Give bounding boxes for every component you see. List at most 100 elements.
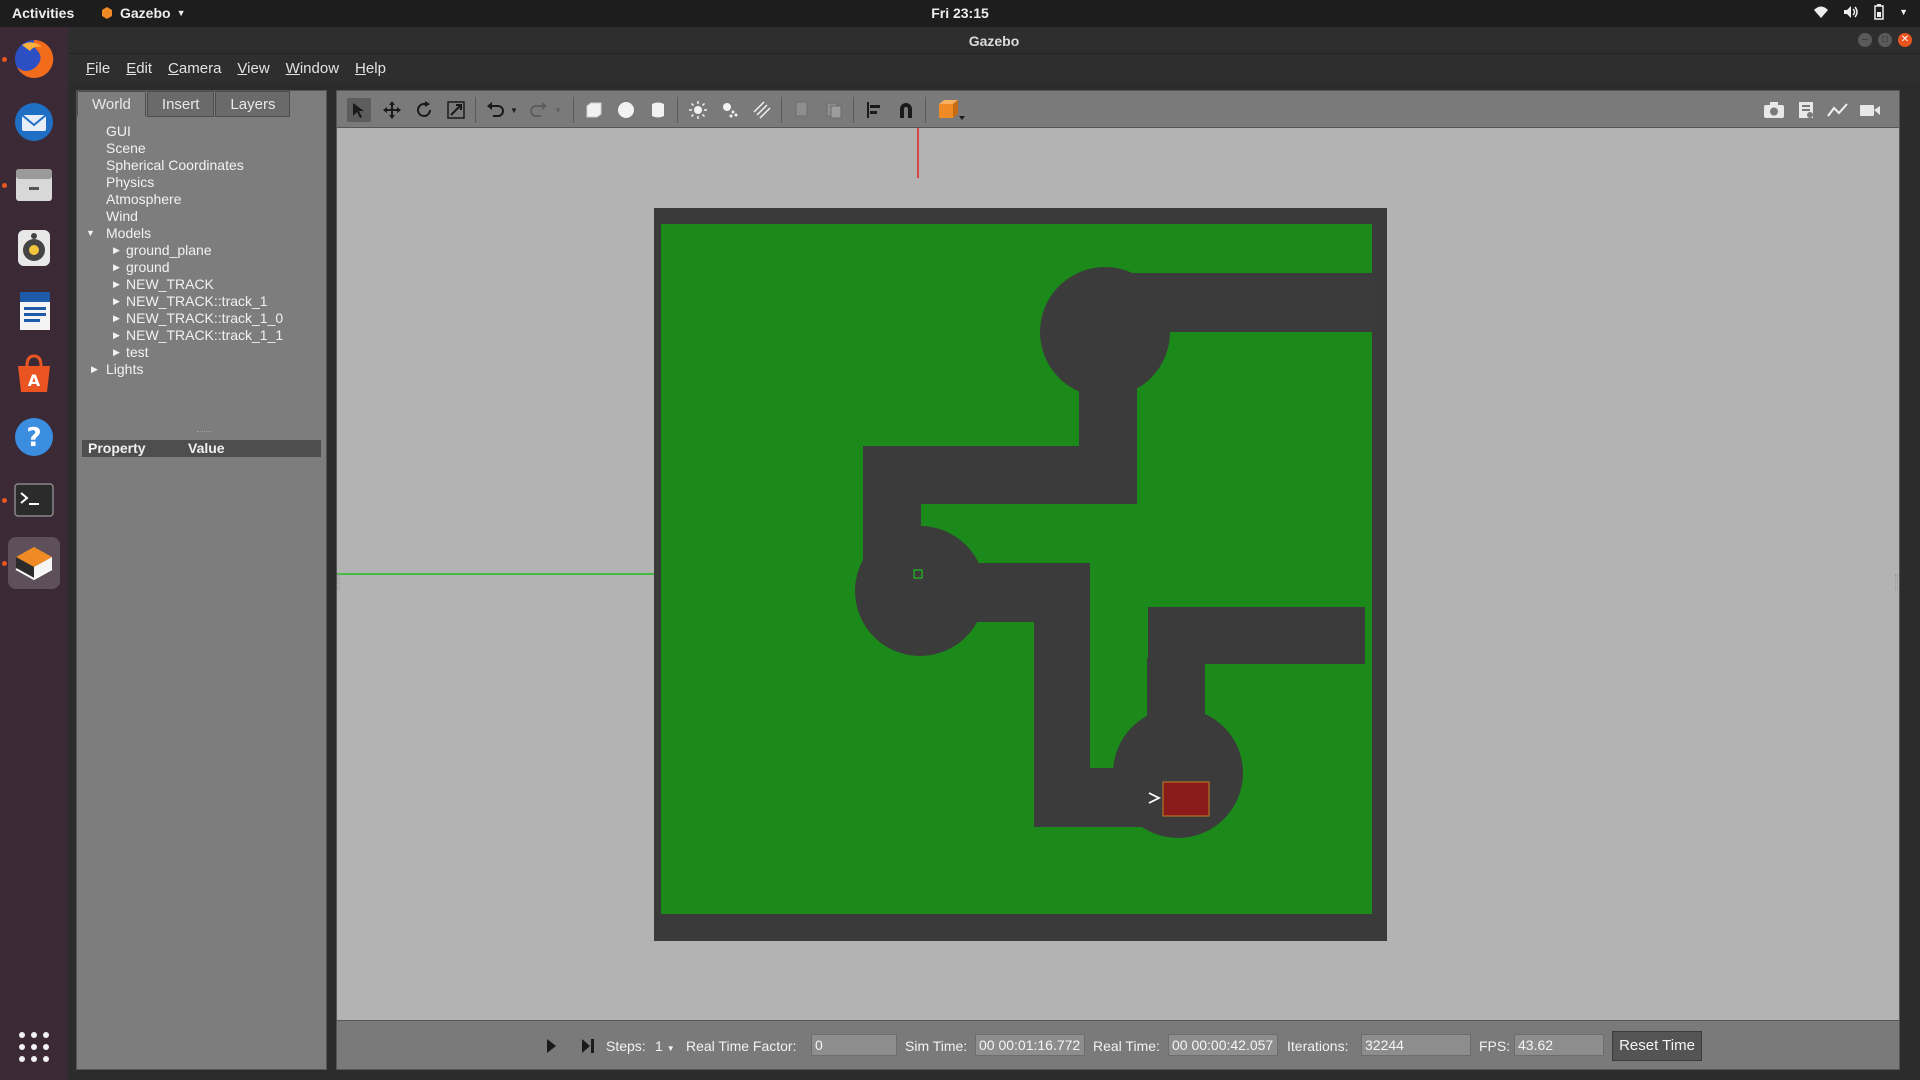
minimize-button[interactable]: – bbox=[1858, 33, 1872, 47]
track-turn[interactable] bbox=[1040, 267, 1170, 397]
insert-point-light-button[interactable] bbox=[686, 98, 710, 122]
panel-splitter-handle[interactable] bbox=[197, 431, 211, 432]
show-applications-button[interactable] bbox=[8, 1021, 60, 1073]
translate-mode-button[interactable] bbox=[380, 98, 404, 122]
dock-gazebo[interactable] bbox=[8, 537, 60, 589]
tree-item-model[interactable]: ▶ NEW_TRACK bbox=[77, 276, 326, 293]
clock[interactable]: Fri 23:15 bbox=[0, 5, 1920, 21]
video-record-button[interactable] bbox=[1858, 98, 1882, 122]
dock-thunderbird[interactable] bbox=[8, 96, 60, 148]
collapsed-arrow-icon[interactable]: ▶ bbox=[113, 259, 120, 276]
system-tray[interactable]: ▼ bbox=[1813, 4, 1908, 20]
tree-item-spherical-coordinates[interactable]: Spherical Coordinates bbox=[77, 157, 326, 174]
collapsed-arrow-icon[interactable]: ▶ bbox=[113, 242, 120, 259]
wifi-icon bbox=[1814, 6, 1829, 18]
track-turn[interactable] bbox=[855, 526, 985, 656]
right-resize-handle[interactable] bbox=[1895, 574, 1898, 590]
insert-cylinder-button[interactable] bbox=[646, 98, 670, 122]
menu-edit[interactable]: Edit bbox=[118, 60, 160, 77]
insert-box-button[interactable] bbox=[582, 98, 606, 122]
paste-button[interactable] bbox=[822, 98, 846, 122]
collapsed-arrow-icon[interactable]: ▶ bbox=[113, 276, 120, 293]
track-segment[interactable] bbox=[1148, 607, 1365, 664]
paste-icon bbox=[826, 102, 842, 119]
dock-terminal[interactable] bbox=[8, 474, 60, 526]
redo-history-dropdown[interactable]: ▼ bbox=[551, 98, 565, 122]
collapsed-arrow-icon[interactable]: ▶ bbox=[113, 327, 120, 344]
collapsed-arrow-icon[interactable]: ▶ bbox=[113, 344, 120, 361]
scene-viewport[interactable] bbox=[336, 128, 1900, 1020]
plot-button[interactable] bbox=[1826, 98, 1850, 122]
tree-item-model[interactable]: ▶ ground bbox=[77, 259, 326, 276]
rotate-mode-button[interactable] bbox=[412, 98, 436, 122]
screenshot-button[interactable] bbox=[1762, 98, 1786, 122]
window-titlebar[interactable]: Gazebo – □ ✕ bbox=[68, 27, 1920, 54]
tree-item-physics[interactable]: Physics bbox=[77, 174, 326, 191]
tree-item-wind[interactable]: Wind bbox=[77, 208, 326, 225]
tree-item-model[interactable]: ▶ NEW_TRACK::track_1_1 bbox=[77, 327, 326, 344]
left-resize-handle[interactable] bbox=[337, 574, 340, 590]
tree-item-label: NEW_TRACK::track_1_1 bbox=[126, 327, 284, 343]
tree-item-scene[interactable]: Scene bbox=[77, 140, 326, 157]
tab-world[interactable]: World bbox=[77, 91, 146, 117]
insert-spot-light-button[interactable] bbox=[718, 98, 742, 122]
play-icon bbox=[547, 1039, 556, 1053]
tree-item-model[interactable]: ▶ ground_plane bbox=[77, 242, 326, 259]
real-time-factor-value: 0 bbox=[811, 1034, 897, 1056]
close-button[interactable]: ✕ bbox=[1898, 33, 1912, 47]
property-table-header: Property Value bbox=[82, 440, 321, 457]
reset-time-button[interactable]: Reset Time bbox=[1612, 1031, 1702, 1061]
insert-directional-light-button[interactable] bbox=[750, 98, 774, 122]
menu-camera[interactable]: Camera bbox=[160, 60, 229, 77]
select-mode-button[interactable] bbox=[347, 98, 371, 122]
copy-button[interactable] bbox=[790, 98, 814, 122]
change-view-angle-button[interactable] bbox=[934, 98, 968, 122]
dock-files[interactable] bbox=[8, 159, 60, 211]
step-button[interactable] bbox=[580, 1038, 596, 1057]
tree-item-model[interactable]: ▶ NEW_TRACK::track_1_0 bbox=[77, 310, 326, 327]
tree-item-gui[interactable]: GUI bbox=[77, 123, 326, 140]
dock-rhythmbox[interactable] bbox=[8, 222, 60, 274]
svg-text:?: ? bbox=[26, 423, 41, 453]
track-segment[interactable] bbox=[1147, 658, 1205, 748]
undo-button[interactable] bbox=[483, 98, 507, 122]
tab-insert[interactable]: Insert bbox=[146, 91, 215, 117]
tree-item-label: NEW_TRACK::track_1 bbox=[126, 293, 268, 309]
tree-item-model[interactable]: ▶ test bbox=[77, 344, 326, 361]
maximize-button[interactable]: □ bbox=[1878, 33, 1892, 47]
dock-help[interactable]: ? bbox=[8, 411, 60, 463]
scale-mode-button[interactable] bbox=[444, 98, 468, 122]
tab-layers[interactable]: Layers bbox=[215, 91, 291, 117]
chevron-down-icon: ▼ bbox=[1899, 7, 1908, 17]
play-button[interactable] bbox=[545, 1038, 557, 1057]
dock-ubuntu-software[interactable]: A bbox=[8, 348, 60, 400]
tree-item-lights[interactable]: ▶ Lights bbox=[77, 361, 326, 378]
snap-button[interactable] bbox=[894, 98, 918, 122]
track-segment[interactable] bbox=[885, 446, 1137, 504]
robot-body[interactable] bbox=[1162, 781, 1210, 817]
dock-firefox[interactable] bbox=[8, 33, 60, 85]
svg-text:A: A bbox=[28, 371, 41, 390]
iterations-label: Iterations: bbox=[1287, 1038, 1349, 1054]
chevron-down-icon: ▼ bbox=[510, 105, 518, 115]
dock-libreoffice-writer[interactable] bbox=[8, 285, 60, 337]
tree-item-models[interactable]: ▼ Models bbox=[77, 225, 326, 242]
steps-spinbox[interactable]: 1 ▼ bbox=[655, 1038, 675, 1054]
log-data-button[interactable] bbox=[1794, 98, 1818, 122]
expanded-arrow-icon[interactable]: ▼ bbox=[86, 225, 95, 242]
align-button[interactable] bbox=[862, 98, 886, 122]
undo-history-dropdown[interactable]: ▼ bbox=[507, 98, 521, 122]
redo-button[interactable] bbox=[527, 98, 551, 122]
menu-help[interactable]: Help bbox=[347, 60, 394, 77]
menu-view[interactable]: View bbox=[229, 60, 277, 77]
tree-item-atmosphere[interactable]: Atmosphere bbox=[77, 191, 326, 208]
scene-render[interactable] bbox=[337, 128, 1900, 1020]
insert-sphere-button[interactable] bbox=[614, 98, 638, 122]
menu-file[interactable]: File bbox=[78, 60, 118, 77]
menu-window[interactable]: Window bbox=[278, 60, 347, 77]
collapsed-arrow-icon[interactable]: ▶ bbox=[113, 293, 120, 310]
collapsed-arrow-icon[interactable]: ▶ bbox=[113, 310, 120, 327]
magnet-icon bbox=[900, 103, 912, 118]
collapsed-arrow-icon[interactable]: ▶ bbox=[91, 361, 98, 378]
tree-item-model[interactable]: ▶ NEW_TRACK::track_1 bbox=[77, 293, 326, 310]
